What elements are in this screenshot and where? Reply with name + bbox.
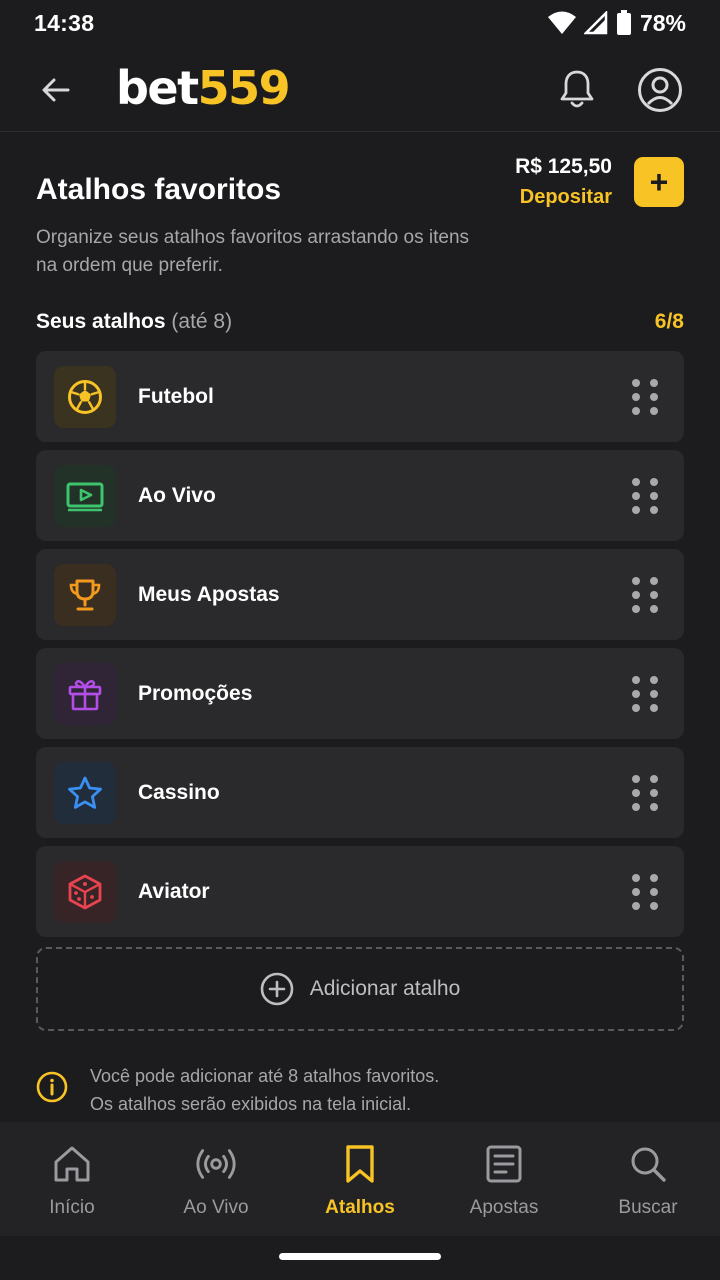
status-bar: 14:38 78% xyxy=(0,0,720,46)
cell-signal-icon xyxy=(583,11,608,35)
shortcut-item-futebol[interactable]: Futebol xyxy=(36,351,684,442)
status-time: 14:38 xyxy=(34,9,95,36)
logo-text-accent: 559 xyxy=(197,61,291,115)
info-note: Você pode adicionar até 8 atalhos favori… xyxy=(36,1062,684,1118)
home-icon xyxy=(50,1142,94,1186)
drag-handle[interactable] xyxy=(632,577,658,613)
balance-amount: R$ 125,50 xyxy=(515,155,612,178)
balance-block: R$ 125,50 Depositar xyxy=(515,152,612,212)
add-shortcut-label: Adicionar atalho xyxy=(309,977,461,1000)
shortcut-label: Futebol xyxy=(138,385,214,408)
nav-label: Buscar xyxy=(618,1197,678,1218)
back-button[interactable] xyxy=(34,68,78,112)
bottom-nav: Início Ao Vivo Atalhos Apostas Buscar xyxy=(0,1122,720,1236)
wifi-icon xyxy=(547,11,576,35)
shortcut-icon-box xyxy=(54,762,116,824)
soccer-ball-icon xyxy=(68,380,102,414)
shortcut-icon-box xyxy=(54,366,116,428)
nav-item-atalhos[interactable]: Atalhos xyxy=(288,1122,432,1236)
shortcut-item-promocoes[interactable]: Promoções xyxy=(36,648,684,739)
section-header: Seus atalhos (até 8) 6/8 xyxy=(36,307,684,337)
shortcut-label: Ao Vivo xyxy=(138,484,216,507)
nav-label: Início xyxy=(49,1197,95,1218)
notifications-button[interactable] xyxy=(554,66,600,112)
drag-handle[interactable] xyxy=(632,478,658,514)
deposit-link[interactable]: Depositar xyxy=(515,182,612,212)
battery-icon xyxy=(616,10,632,36)
home-indicator[interactable] xyxy=(279,1253,441,1260)
drag-handle[interactable] xyxy=(632,874,658,910)
shortcut-label: Aviator xyxy=(138,880,210,903)
shortcut-icon-box xyxy=(54,861,116,923)
status-icons: 78% xyxy=(547,9,686,37)
nav-label: Apostas xyxy=(469,1197,539,1218)
live-broadcast-icon xyxy=(194,1142,238,1186)
shortcut-icon-box xyxy=(54,663,116,725)
nav-label: Atalhos xyxy=(325,1197,395,1218)
nav-item-buscar[interactable]: Buscar xyxy=(576,1122,720,1236)
section-limit: (até 8) xyxy=(171,310,233,333)
add-shortcut-button[interactable]: Adicionar atalho xyxy=(36,947,684,1031)
logo-text-primary: bet xyxy=(116,61,199,115)
add-funds-button[interactable]: + xyxy=(634,157,684,207)
shortcut-count: 6/8 xyxy=(654,310,684,333)
dice-icon xyxy=(68,874,102,910)
shortcut-label: Meus Apostas xyxy=(138,583,280,606)
trophy-icon xyxy=(69,579,101,611)
shortcut-item-aviator[interactable]: Aviator xyxy=(36,846,684,937)
shortcut-list: Futebol Ao Vivo Meus Apostas Promoções C… xyxy=(36,351,684,945)
page-title: Atalhos favoritos xyxy=(36,173,282,206)
search-icon xyxy=(626,1142,670,1186)
brand-logo[interactable]: bet559 xyxy=(116,60,291,116)
bookmark-icon xyxy=(338,1142,382,1186)
info-text: Você pode adicionar até 8 atalhos favori… xyxy=(90,1062,439,1118)
plus-circle-icon xyxy=(260,972,293,1006)
bell-icon xyxy=(560,70,594,108)
page-description: Organize seus atalhos favoritos arrastan… xyxy=(36,227,470,276)
info-line-1: Você pode adicionar até 8 atalhos favori… xyxy=(90,1066,440,1086)
info-icon xyxy=(36,1071,68,1103)
profile-button[interactable] xyxy=(636,66,684,114)
nav-item-apostas[interactable]: Apostas xyxy=(432,1122,576,1236)
shortcut-icon-box xyxy=(54,465,116,527)
section-title: Seus atalhos xyxy=(36,310,166,333)
battery-percent: 78% xyxy=(639,9,686,36)
info-line-2: Os atalhos serão exibidos na tela inicia… xyxy=(90,1094,412,1114)
drag-handle[interactable] xyxy=(632,676,658,712)
betslip-icon xyxy=(482,1142,526,1186)
nav-item-ao-vivo[interactable]: Ao Vivo xyxy=(144,1122,288,1236)
shortcut-icon-box xyxy=(54,564,116,626)
app-header: bet559 xyxy=(0,46,720,132)
shortcut-item-ao-vivo[interactable]: Ao Vivo xyxy=(36,450,684,541)
arrow-left-icon xyxy=(42,78,70,102)
star-icon xyxy=(68,776,102,809)
shortcut-label: Promoções xyxy=(138,682,253,705)
drag-handle[interactable] xyxy=(632,379,658,415)
shortcut-item-meus-apostas[interactable]: Meus Apostas xyxy=(36,549,684,640)
nav-label: Ao Vivo xyxy=(183,1197,249,1218)
shortcut-item-cassino[interactable]: Cassino xyxy=(36,747,684,838)
drag-handle[interactable] xyxy=(632,775,658,811)
user-avatar-icon xyxy=(638,68,682,112)
shortcut-label: Cassino xyxy=(138,781,220,804)
gift-icon xyxy=(68,680,102,711)
nav-item-inicio[interactable]: Início xyxy=(0,1122,144,1236)
section-title-wrap: Seus atalhos (até 8) xyxy=(36,310,232,334)
play-screen-icon xyxy=(66,482,104,512)
